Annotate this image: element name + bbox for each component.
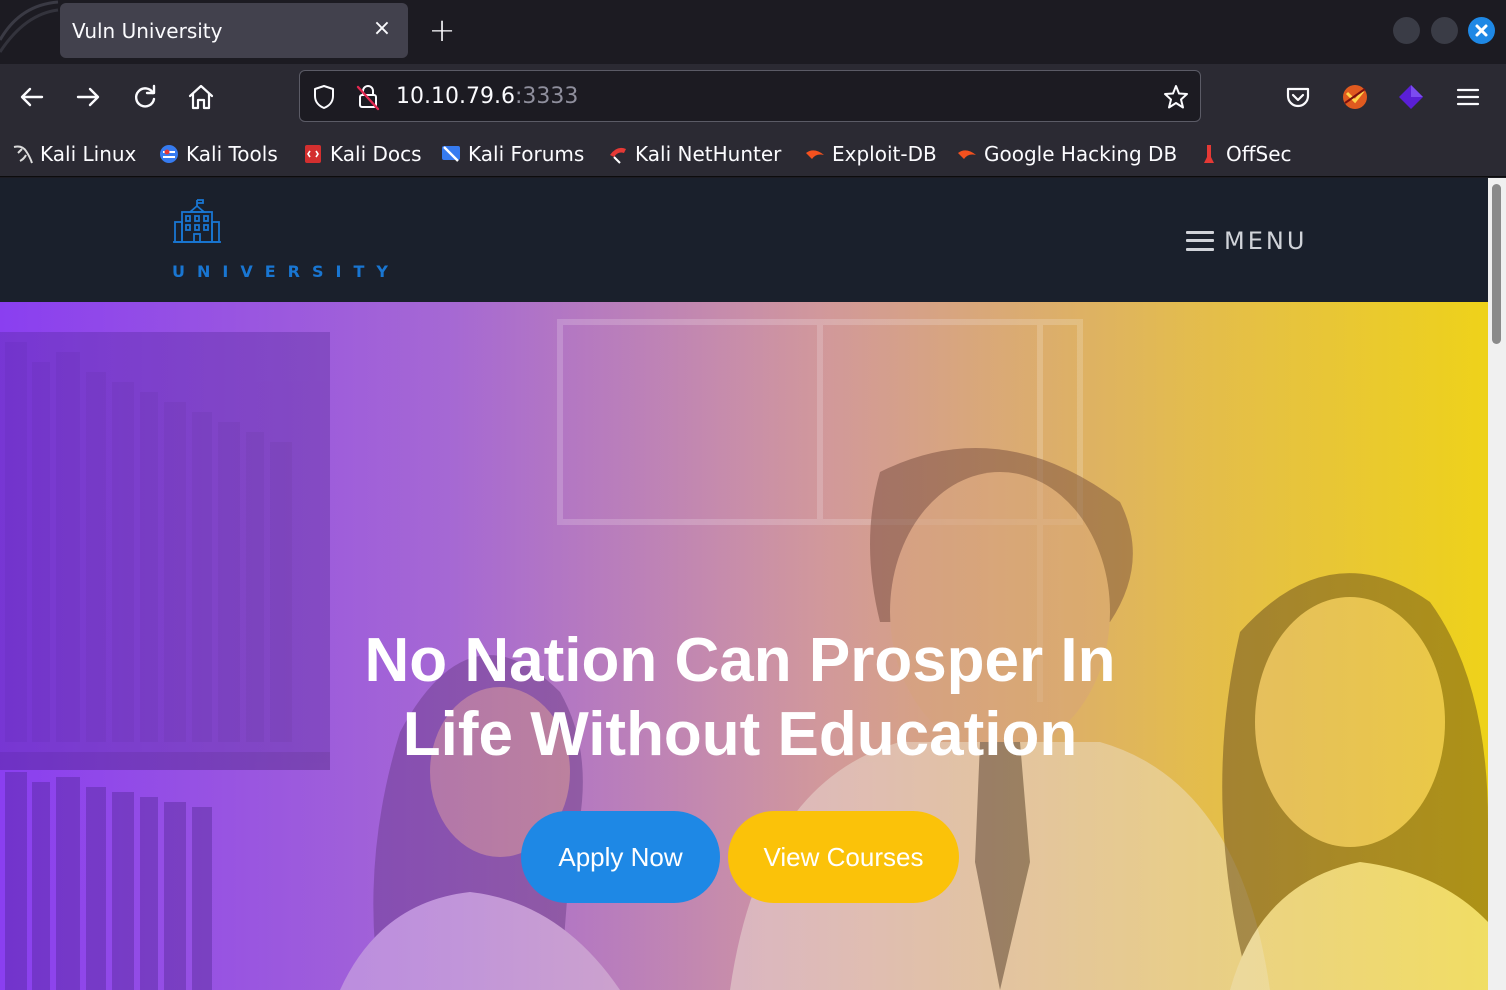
- bookmark-offsec[interactable]: OffSec: [1198, 140, 1292, 168]
- tab-title: Vuln University: [72, 19, 223, 43]
- bookmark-label: Kali Docs: [330, 142, 422, 166]
- offsec-icon: [1204, 145, 1214, 163]
- bookmark-exploit-db[interactable]: Exploit-DB: [804, 140, 937, 168]
- kali-dragon-icon: [13, 145, 33, 164]
- close-icon: [1475, 24, 1488, 37]
- tab-active[interactable]: Vuln University ×: [60, 3, 408, 58]
- apply-now-button[interactable]: Apply Now: [521, 811, 720, 903]
- window-maximize-button[interactable]: [1431, 17, 1458, 44]
- hero-title-line-1: No Nation Can Prosper In: [364, 626, 1116, 695]
- university-building-icon[interactable]: [172, 198, 222, 248]
- insecure-lock-icon[interactable]: [354, 83, 382, 111]
- bookmark-star-icon[interactable]: [1162, 83, 1190, 111]
- back-arrow-icon[interactable]: [16, 81, 48, 113]
- bookmark-label: Kali NetHunter: [635, 142, 782, 166]
- bookmark-kali-nethunter[interactable]: Kali NetHunter: [607, 140, 781, 168]
- bookmark-label: Google Hacking DB: [984, 142, 1178, 166]
- site-header: UNIVERSITY MENU: [0, 178, 1488, 302]
- menu-icon: [1186, 229, 1214, 253]
- kali-forums-icon: [442, 146, 460, 162]
- tab-close-icon[interactable]: ×: [370, 17, 394, 41]
- home-icon[interactable]: [185, 81, 217, 113]
- window-minimize-button[interactable]: [1393, 17, 1420, 44]
- hero-banner: No Nation Can Prosper In Life Without Ed…: [0, 302, 1488, 990]
- window-close-button[interactable]: [1468, 17, 1495, 44]
- page-scrollbar[interactable]: [1488, 178, 1506, 990]
- ghdb-icon: [958, 150, 976, 159]
- bookmark-label: Kali Tools: [186, 142, 278, 166]
- extension-foxyproxy-icon[interactable]: [1339, 81, 1371, 113]
- tab-strip: Vuln University × +: [0, 0, 1506, 64]
- menu-label: MENU: [1224, 227, 1308, 255]
- shield-icon[interactable]: [310, 83, 338, 111]
- kali-nethunter-icon: [610, 147, 626, 164]
- extension-wappalyzer-icon[interactable]: [1395, 81, 1427, 113]
- kali-tools-icon: [160, 145, 178, 163]
- url-port: :3333: [514, 84, 579, 109]
- url-host: 10.10.79.6: [396, 84, 515, 109]
- bookmarks-toolbar: Kali Linux Kali Tools Kali Docs Kali For…: [0, 130, 1506, 177]
- hamburger-menu-icon[interactable]: [1452, 81, 1484, 113]
- forward-arrow-icon[interactable]: [72, 81, 104, 113]
- bookmark-label: OffSec: [1226, 142, 1292, 166]
- bookmark-kali-forums[interactable]: Kali Forums: [440, 140, 584, 168]
- exploit-db-icon: [806, 150, 824, 159]
- menu-button[interactable]: MENU: [1186, 226, 1307, 256]
- new-tab-button[interactable]: +: [426, 14, 458, 46]
- scrollbar-thumb[interactable]: [1492, 184, 1501, 344]
- bookmark-kali-linux[interactable]: Kali Linux: [12, 140, 136, 168]
- kali-docs-icon: [305, 145, 321, 163]
- bookmark-label: Exploit-DB: [832, 142, 937, 166]
- bookmark-label: Kali Forums: [468, 142, 585, 166]
- bookmark-kali-tools[interactable]: Kali Tools: [158, 140, 278, 168]
- bookmark-label: Kali Linux: [40, 142, 137, 166]
- logo-text[interactable]: UNIVERSITY: [172, 262, 400, 281]
- kali-swirl-decoration: [0, 0, 59, 53]
- url-text[interactable]: 10.10.79.6:3333: [396, 84, 578, 109]
- hero-title: No Nation Can Prosper In Life Without Ed…: [340, 624, 1140, 772]
- pocket-icon[interactable]: [1282, 81, 1314, 113]
- bookmark-kali-docs[interactable]: Kali Docs: [302, 140, 422, 168]
- reload-icon[interactable]: [129, 81, 161, 113]
- navigation-toolbar: 10.10.79.6:3333: [0, 64, 1506, 130]
- hero-title-line-2: Life Without Education: [402, 700, 1078, 769]
- view-courses-button[interactable]: View Courses: [728, 811, 959, 903]
- bookmark-google-hacking-db[interactable]: Google Hacking DB: [956, 140, 1177, 168]
- web-page: UNIVERSITY MENU No Nation Can Prosper In…: [0, 178, 1488, 990]
- url-bar[interactable]: 10.10.79.6:3333: [299, 70, 1201, 122]
